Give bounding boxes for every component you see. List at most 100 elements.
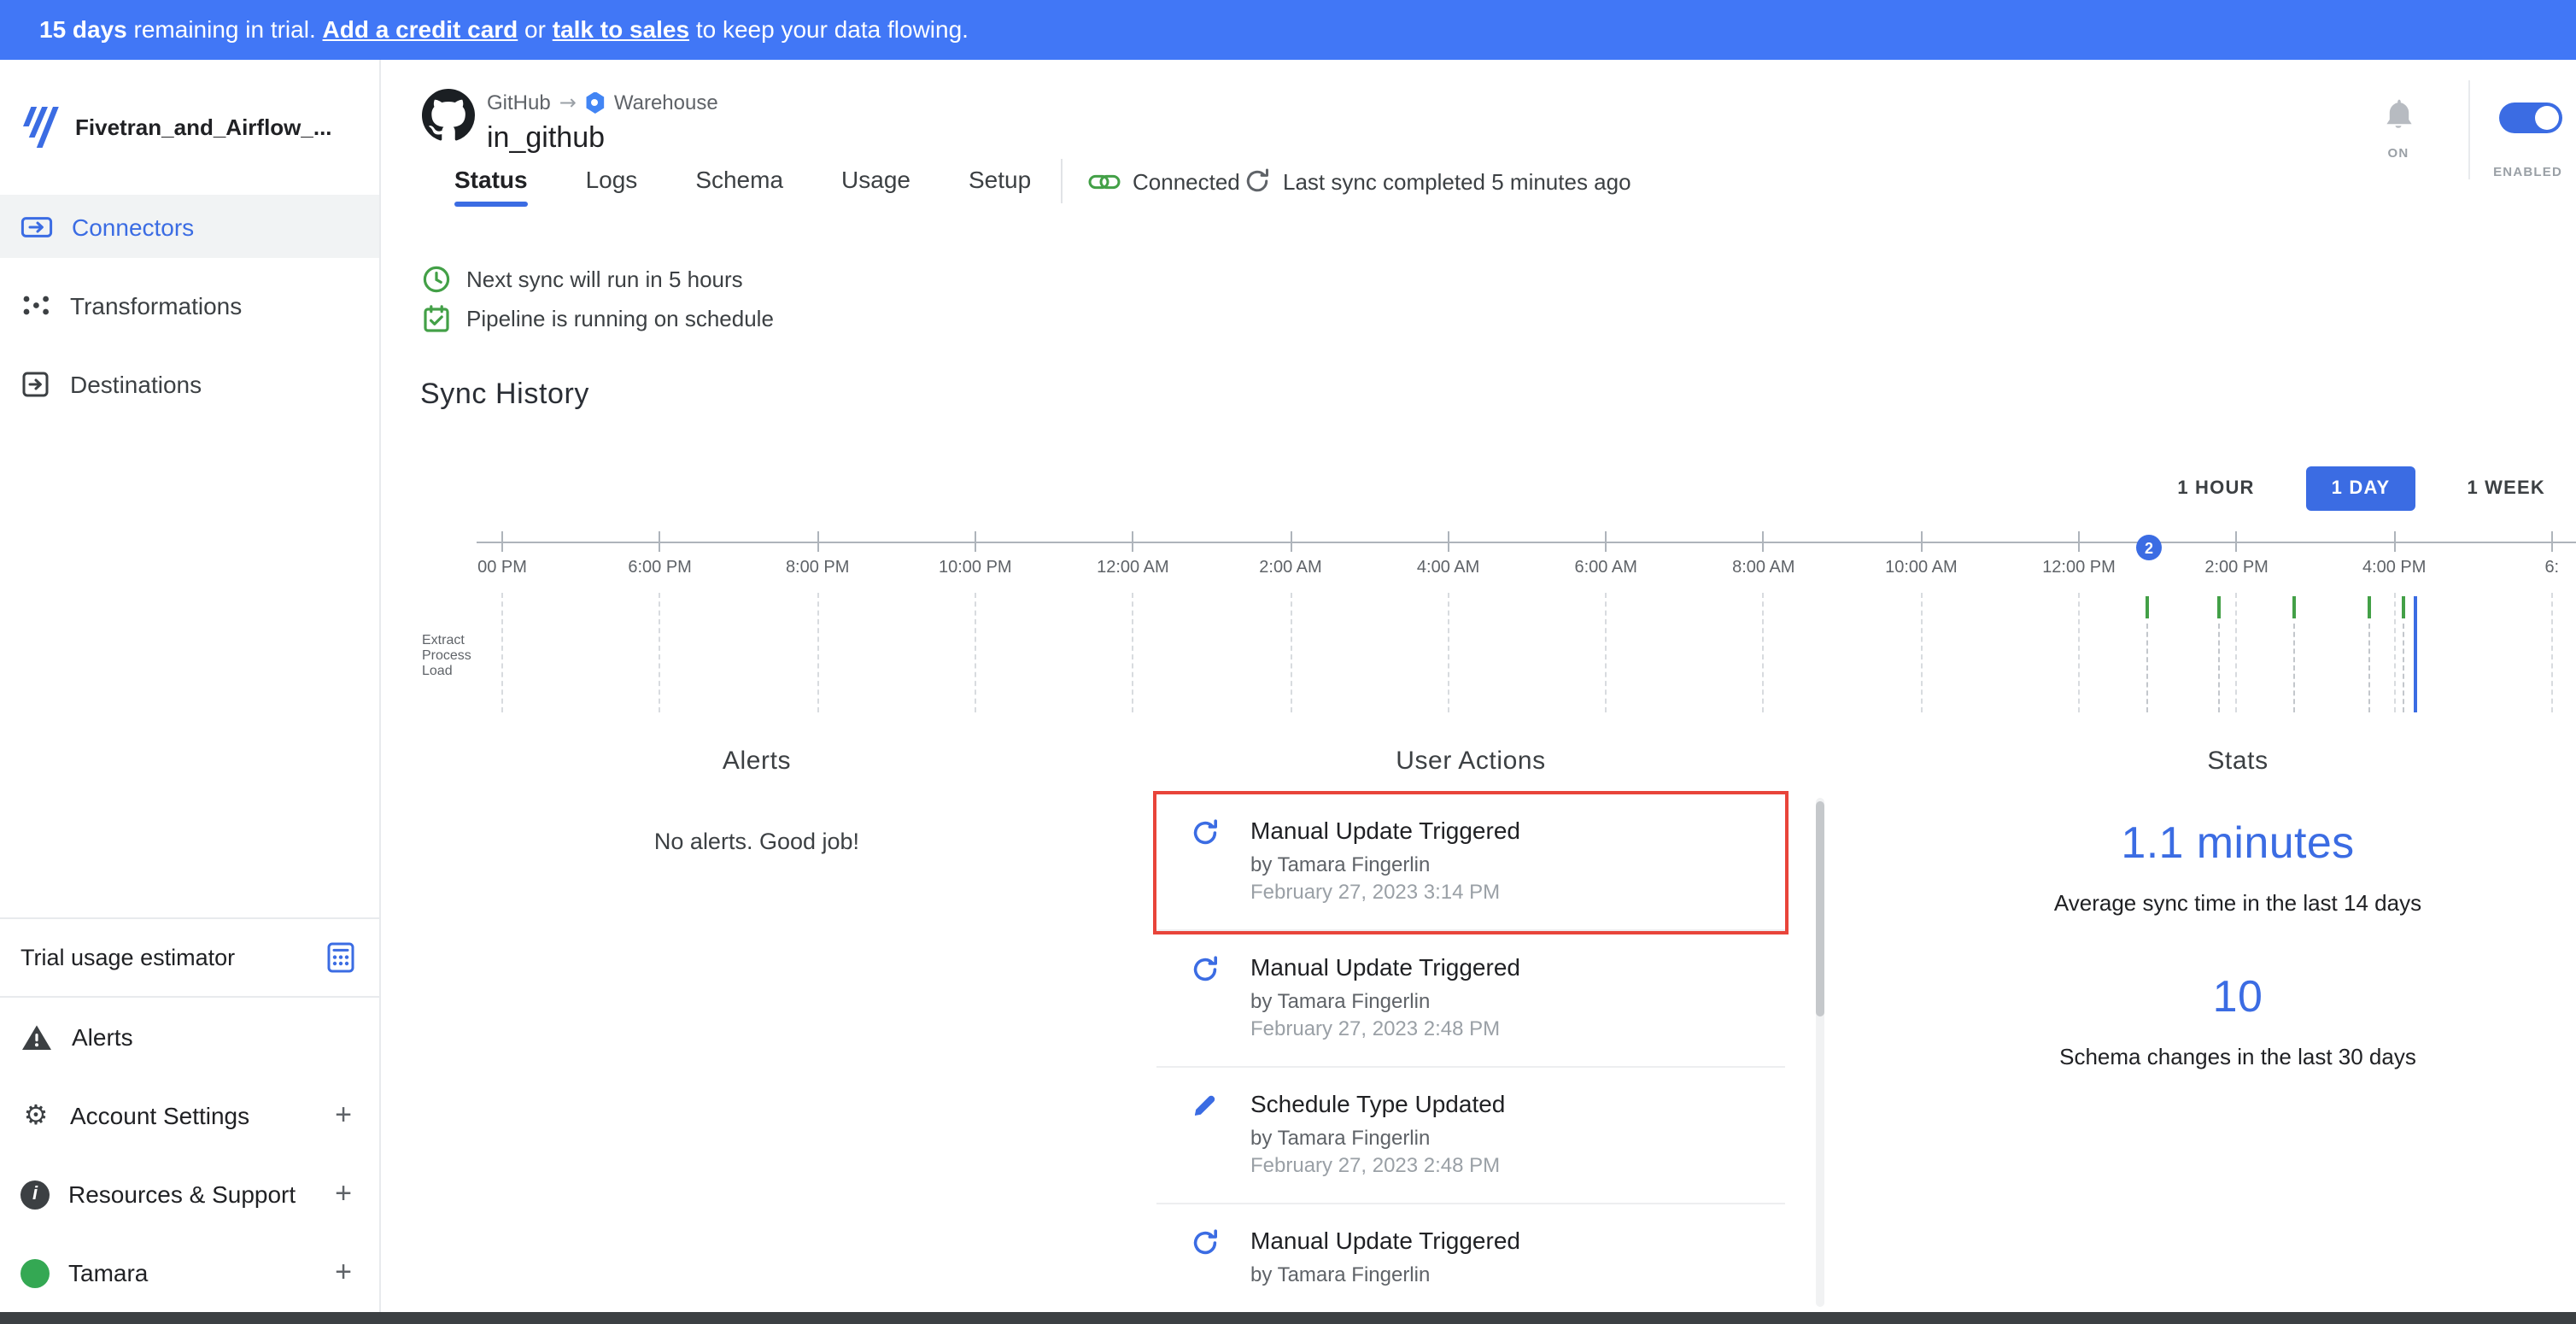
connector-enabled-toggle[interactable]: ENABLED <box>2493 103 2562 179</box>
pipeline-schedule-label: Pipeline is running on schedule <box>466 305 774 331</box>
pipeline-schedule-info: Pipeline is running on schedule <box>422 302 774 333</box>
user-action-item[interactable]: Manual Update Triggered by Tamara Finger… <box>1156 1204 1785 1312</box>
user-actions-section-title: User Actions <box>1156 747 1785 776</box>
sync-refresh-icon[interactable] <box>1244 167 1271 195</box>
scrollbar-thumb[interactable] <box>1816 801 1824 1016</box>
timeline-plot[interactable]: 00 PM6:00 PM8:00 PM10:00 PM12:00 AM2:00 … <box>477 518 2576 743</box>
bell-icon <box>2380 96 2417 133</box>
avatar <box>20 1258 50 1287</box>
add-credit-card-link[interactable]: Add a credit card <box>323 15 518 43</box>
axis-tick <box>2236 531 2238 552</box>
sidebar-item-alerts[interactable]: Alerts <box>0 998 379 1076</box>
sync-event-dash <box>2403 624 2404 712</box>
destinations-icon <box>20 368 51 399</box>
fivetran-logo-icon <box>17 104 61 150</box>
trial-usage-estimator[interactable]: Trial usage estimator <box>0 917 379 998</box>
toggle-switch[interactable] <box>2499 103 2562 133</box>
tab-logs[interactable]: Logs <box>586 166 638 207</box>
user-action-title: Manual Update Triggered <box>1250 1225 1520 1257</box>
avg-sync-time-value: 1.1 minutes <box>1987 817 2489 870</box>
toggle-state-label: ENABLED <box>2493 164 2562 179</box>
user-action-author: by Tamara Fingerlin <box>1250 1261 1520 1290</box>
alerts-empty-message: No alerts. Good job! <box>518 829 996 854</box>
expand-plus-icon[interactable]: + <box>335 1098 359 1133</box>
toggle-knob <box>2535 106 2559 130</box>
current-time-line <box>2414 596 2417 712</box>
sidebar-item-account-settings[interactable]: ⚙ Account Settings + <box>0 1076 379 1155</box>
time-axis-label: 12:00 AM <box>1097 559 1169 577</box>
tab-schema[interactable]: Schema <box>695 166 783 207</box>
axis-tick <box>2078 531 2080 552</box>
sidebar-item-label: Transformations <box>70 291 242 319</box>
time-axis-label: 4:00 PM <box>2362 559 2427 577</box>
user-action-item[interactable]: Schedule Type Updated by Tamara Fingerli… <box>1156 1068 1785 1204</box>
row-label-extract: Extract <box>422 634 471 649</box>
sidebar-item-destinations[interactable]: Destinations <box>0 352 379 415</box>
user-action-title: Manual Update Triggered <box>1250 815 1520 847</box>
account-switcher[interactable]: Fivetran_and_Airflow_... <box>0 60 379 150</box>
sync-event-mark <box>2292 596 2296 618</box>
transformations-icon <box>20 290 51 320</box>
user-action-title: Schedule Type Updated <box>1250 1088 1505 1121</box>
alert-triangle-icon <box>20 1022 53 1052</box>
gear-icon: ⚙ <box>20 1100 51 1131</box>
user-action-title: Manual Update Triggered <box>1250 952 1520 984</box>
sidebar: Fivetran_and_Airflow_... Connectors Tran… <box>0 60 381 1312</box>
time-axis-label: 10:00 PM <box>939 559 1012 577</box>
arrow-right-icon: → <box>559 91 577 114</box>
sync-event-mark <box>2217 596 2221 618</box>
link-icon <box>1088 167 1121 196</box>
range-1-hour[interactable]: 1 HOUR <box>2177 478 2254 499</box>
sync-history-title: Sync History <box>420 378 589 412</box>
tab-usage[interactable]: Usage <box>841 166 910 207</box>
axis-tick <box>2393 531 2395 552</box>
sidebar-item-resources-support[interactable]: i Resources & Support + <box>0 1155 379 1233</box>
axis-tick <box>1132 531 1133 552</box>
sidebar-item-label: Tamara <box>68 1259 148 1286</box>
sidebar-item-user-tamara[interactable]: Tamara + <box>0 1233 379 1312</box>
sidebar-item-label: Connectors <box>72 213 194 240</box>
axis-tick <box>1920 531 1922 552</box>
gridline <box>2393 593 2395 712</box>
expand-plus-icon[interactable]: + <box>335 1256 359 1290</box>
refresh-icon <box>1191 1228 1220 1257</box>
sync-event-mark <box>2146 596 2149 618</box>
trial-banner: 15 days remaining in trial. Add a credit… <box>0 0 2576 60</box>
next-sync-info: Next sync will run in 5 hours <box>422 263 743 294</box>
talk-to-sales-link[interactable]: talk to sales <box>553 15 689 43</box>
last-sync-status: Last sync completed 5 minutes ago <box>1244 167 1631 195</box>
sidebar-item-transformations[interactable]: Transformations <box>0 273 379 337</box>
tab-setup[interactable]: Setup <box>969 166 1031 207</box>
tab-status[interactable]: Status <box>454 166 528 207</box>
notifications-bell[interactable]: ON <box>2366 96 2431 161</box>
last-sync-label: Last sync completed 5 minutes ago <box>1283 168 1631 194</box>
axis-tick <box>1605 531 1607 552</box>
axis-tick <box>2551 531 2553 552</box>
gridline <box>2236 593 2238 712</box>
scrollbar[interactable] <box>1816 798 1824 1307</box>
gridline <box>659 593 661 712</box>
timeline-row-labels: Extract Process Load <box>422 634 471 679</box>
user-action-item[interactable]: Manual Update Triggered by Tamara Finger… <box>1156 931 1785 1068</box>
time-axis-label: 2:00 PM <box>2204 559 2269 577</box>
expand-plus-icon[interactable]: + <box>335 1177 359 1211</box>
range-1-day[interactable]: 1 DAY <box>2306 466 2416 511</box>
time-axis-label: 12:00 PM <box>2042 559 2116 577</box>
user-action-author: by Tamara Fingerlin <box>1250 987 1520 1016</box>
breadcrumb-destination[interactable]: Warehouse <box>614 91 718 114</box>
axis-tick <box>501 531 503 552</box>
trial-usage-estimator-label: Trial usage estimator <box>20 945 235 970</box>
range-1-week[interactable]: 1 WEEK <box>2467 478 2545 499</box>
divider <box>1061 159 1063 203</box>
sync-event-dash <box>2293 624 2295 712</box>
user-action-item[interactable]: Manual Update Triggered by Tamara Finger… <box>1156 794 1785 931</box>
gridline <box>501 593 503 712</box>
axis-tick <box>659 531 661 552</box>
user-action-date: February 27, 2023 2:48 PM <box>1250 1016 1520 1042</box>
sync-count-badge[interactable]: 2 <box>2136 535 2162 560</box>
sidebar-item-connectors[interactable]: Connectors <box>0 195 379 258</box>
github-octocat-icon <box>422 89 475 142</box>
breadcrumb-source[interactable]: GitHub <box>487 91 551 114</box>
divider <box>2468 80 2470 179</box>
gridline <box>1290 593 1291 712</box>
